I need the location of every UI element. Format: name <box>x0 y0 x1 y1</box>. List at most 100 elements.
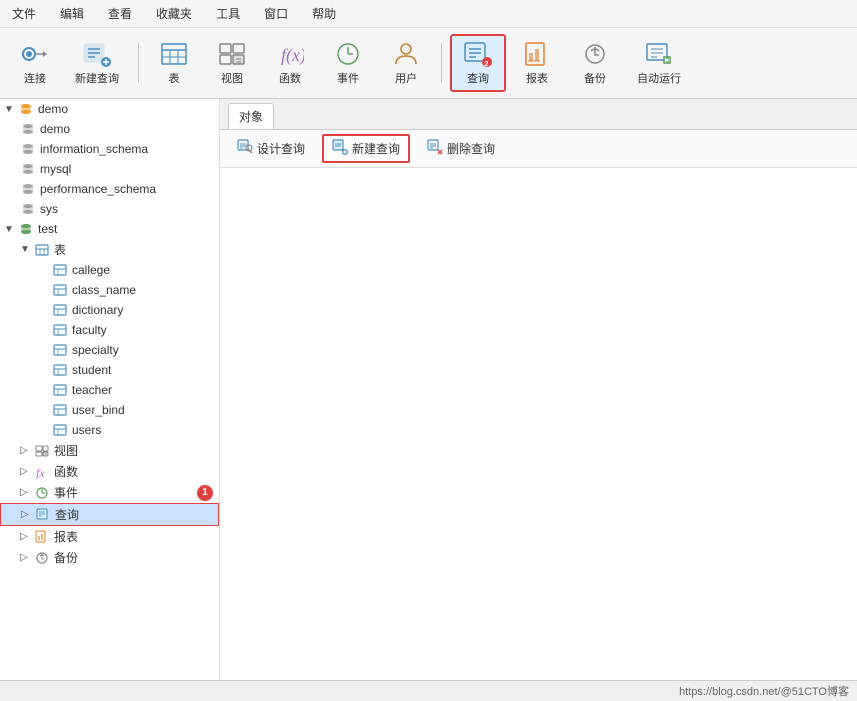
backup-label: 备份 <box>584 70 606 86</box>
db-info-icon <box>20 141 36 157</box>
table-classname-label: class_name <box>72 283 136 297</box>
new-query-content-icon <box>332 139 348 158</box>
sidebar-root-demo[interactable]: ▼ demo <box>0 99 219 119</box>
root-db-icon <box>18 101 34 117</box>
funcs-arrow: ▷ <box>20 466 34 477</box>
backup-arrow: ▷ <box>20 552 34 563</box>
sidebar-table-dictionary[interactable]: dictionary <box>0 300 219 320</box>
toolbar-report-button[interactable]: 报表 <box>510 35 564 91</box>
sidebar-funcs-group[interactable]: ▷ fx 函数 <box>0 461 219 482</box>
sidebar-table-class-name[interactable]: class_name <box>0 280 219 300</box>
sidebar-table-user-bind[interactable]: user_bind <box>0 400 219 420</box>
table-userbind-icon <box>52 402 68 418</box>
content-area: 对象 设计查询 <box>220 99 857 680</box>
sidebar-db-info-schema[interactable]: information_schema <box>0 139 219 159</box>
svg-text:2: 2 <box>485 61 489 68</box>
sidebar-reports-group[interactable]: ▷ 报表 <box>0 526 219 547</box>
sidebar-table-users[interactable]: users <box>0 420 219 440</box>
table-users-label: users <box>72 423 101 437</box>
db-test-icon <box>18 221 34 237</box>
views-arrow: ▷ <box>20 445 34 456</box>
connect-button[interactable]: 连接 <box>10 35 60 91</box>
function-icon: f(x) <box>274 40 306 68</box>
toolbar-query-button[interactable]: 2 查询 <box>450 34 506 92</box>
test-arrow: ▼ <box>4 224 18 235</box>
query-active-icon: 2 <box>462 40 494 68</box>
new-query-content-button[interactable]: 新建查询 <box>322 134 410 163</box>
toolbar-event-button[interactable]: 事件 <box>321 35 375 91</box>
sidebar-table-faculty[interactable]: faculty <box>0 320 219 340</box>
menu-tools[interactable]: 工具 <box>212 3 244 24</box>
db-perf-icon <box>20 181 36 197</box>
funcs-icon: fx <box>34 464 50 480</box>
new-query-icon <box>81 40 113 68</box>
separator-2 <box>441 43 442 83</box>
design-query-button[interactable]: 设计查询 <box>228 135 314 162</box>
menu-help[interactable]: 帮助 <box>308 3 340 24</box>
content-tabs: 对象 <box>220 99 857 130</box>
backup-icon <box>579 40 611 68</box>
db-sys-icon <box>20 201 36 217</box>
event-icon <box>332 40 364 68</box>
delete-query-button[interactable]: 删除查询 <box>418 135 504 162</box>
toolbar-table-button[interactable]: 表 <box>147 35 201 91</box>
table-specialty-icon <box>52 342 68 358</box>
sidebar-tables-group[interactable]: ▼ 表 <box>0 239 219 260</box>
db-perf-label: performance_schema <box>40 182 156 196</box>
db-sys-label: sys <box>40 202 58 216</box>
event-badge: 1 <box>197 485 213 501</box>
table-classname-icon <box>52 282 68 298</box>
queries-arrow: ▷ <box>21 509 35 520</box>
sidebar-views-group[interactable]: ▷ 视图 <box>0 440 219 461</box>
menu-view[interactable]: 查看 <box>104 3 136 24</box>
svg-text:fx: fx <box>36 466 45 479</box>
sidebar-db-mysql[interactable]: mysql <box>0 159 219 179</box>
sidebar-db-performance[interactable]: performance_schema <box>0 179 219 199</box>
toolbar-backup-button[interactable]: 备份 <box>568 35 622 91</box>
sidebar-db-sys[interactable]: sys <box>0 199 219 219</box>
sidebar-events-group[interactable]: ▷ 事件 1 <box>0 482 219 503</box>
connect-icon <box>19 40 51 68</box>
toolbar-new-query-button[interactable]: 新建查询 <box>64 35 130 91</box>
view-label: 视图 <box>221 70 243 86</box>
table-dictionary-icon <box>52 302 68 318</box>
main-container: ▼ demo demo <box>0 99 857 680</box>
sidebar-backup-group[interactable]: ▷ 备份 <box>0 547 219 568</box>
sidebar-table-specialty[interactable]: specialty <box>0 340 219 360</box>
table-faculty-label: faculty <box>72 323 107 337</box>
views-label: 视图 <box>54 442 78 459</box>
sidebar-table-teacher[interactable]: teacher <box>0 380 219 400</box>
connect-label: 连接 <box>24 70 46 86</box>
menu-favorites[interactable]: 收藏夹 <box>152 3 196 24</box>
tab-objects[interactable]: 对象 <box>228 103 274 129</box>
status-bar: https://blog.csdn.net/@51CTO博客 <box>0 680 857 701</box>
tables-icon <box>34 242 50 258</box>
toolbar-autorun-button[interactable]: 自动运行 <box>626 35 692 91</box>
toolbar-user-button[interactable]: 用户 <box>379 35 433 91</box>
reports-label: 报表 <box>54 528 78 545</box>
events-label: 事件 <box>54 484 78 501</box>
menu-file[interactable]: 文件 <box>8 3 40 24</box>
toolbar-function-button[interactable]: f(x) 函数 <box>263 35 317 91</box>
table-student-label: student <box>72 363 111 377</box>
table-student-icon <box>52 362 68 378</box>
views-icon <box>34 443 50 459</box>
query-label: 查询 <box>467 70 489 86</box>
design-query-label: 设计查询 <box>257 140 305 157</box>
menu-bar: 文件 编辑 查看 收藏夹 工具 窗口 帮助 <box>0 0 857 28</box>
table-callege-icon <box>52 262 68 278</box>
sidebar-db-demo[interactable]: demo <box>0 119 219 139</box>
toolbar: 连接 新建查询 <box>0 28 857 99</box>
sidebar-table-callege[interactable]: callege <box>0 260 219 280</box>
table-teacher-label: teacher <box>72 383 112 397</box>
toolbar-view-button[interactable]: 视图 <box>205 35 259 91</box>
menu-edit[interactable]: 编辑 <box>56 3 88 24</box>
menu-window[interactable]: 窗口 <box>260 3 292 24</box>
design-query-icon <box>237 139 253 158</box>
table-faculty-icon <box>52 322 68 338</box>
sidebar: ▼ demo demo <box>0 99 220 680</box>
sidebar-db-test[interactable]: ▼ test <box>0 219 219 239</box>
content-body <box>220 168 857 680</box>
sidebar-table-student[interactable]: student <box>0 360 219 380</box>
sidebar-queries-group[interactable]: ▷ 查询 <box>0 503 219 526</box>
